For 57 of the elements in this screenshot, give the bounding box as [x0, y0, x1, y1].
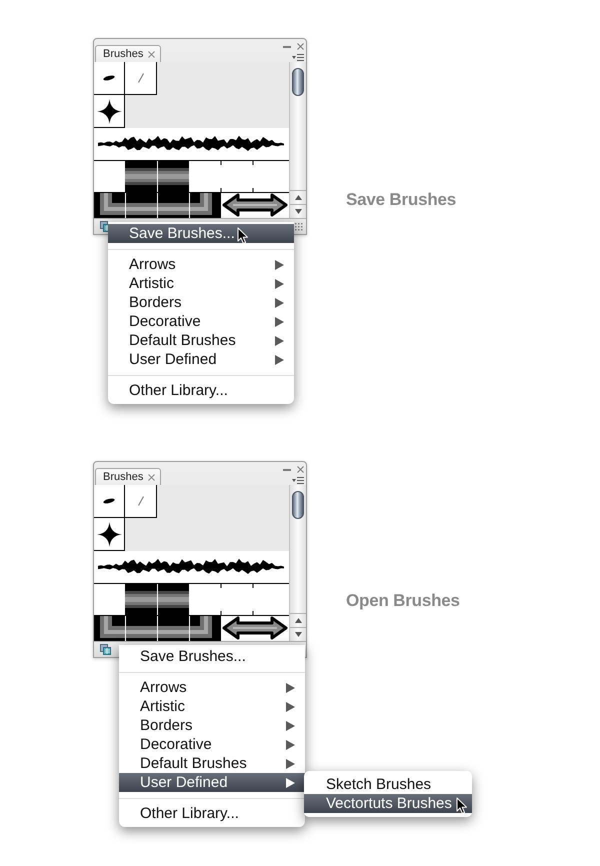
menu-item[interactable]: Borders [119, 716, 305, 735]
scroll-thumb[interactable] [292, 68, 304, 96]
caption-heading: Save Brushes [346, 190, 456, 210]
menu-item[interactable]: User Defined [119, 773, 305, 792]
striped-border-drawing[interactable] [94, 193, 221, 218]
diagonal-line-icon [138, 496, 144, 506]
resize-grip-icon[interactable] [295, 222, 303, 231]
menu-item[interactable]: Other Library... [108, 381, 294, 400]
menu-item[interactable]: Default Brushes [119, 754, 305, 773]
four-point-star-icon [96, 522, 122, 546]
brush-swatch[interactable] [94, 95, 125, 128]
menu-item[interactable]: Save Brushes... [108, 224, 294, 243]
scroll-up-icon [294, 195, 302, 200]
submenu-item[interactable]: Sketch Brushes [304, 775, 472, 794]
menu-item[interactable]: Default Brushes [108, 331, 294, 350]
menu-item[interactable]: Arrows [108, 255, 294, 274]
menu-item[interactable]: Decorative [108, 312, 294, 331]
brush-swatch[interactable] [125, 485, 157, 518]
close-icon[interactable] [297, 466, 304, 473]
menu-item[interactable]: Artistic [108, 274, 294, 293]
panel-tab[interactable]: Brushes [95, 45, 162, 62]
scrollbar[interactable] [289, 485, 306, 641]
panel-menu-icon[interactable] [292, 477, 304, 484]
scroll-down-icon [294, 209, 302, 214]
close-icon[interactable] [148, 50, 156, 58]
menu-item[interactable]: Arrows [119, 678, 305, 697]
scrollbar[interactable] [289, 62, 306, 218]
diagonal-line-icon [138, 73, 144, 83]
menu-item[interactable]: Other Library... [119, 804, 305, 823]
close-icon[interactable] [148, 474, 156, 480]
scroll-down-icon [294, 632, 302, 637]
minimize-icon[interactable] [283, 468, 291, 470]
oval-stroke-icon [103, 75, 115, 81]
submenu-item[interactable]: Vectortuts Brushes [304, 794, 472, 813]
close-icon[interactable] [297, 43, 304, 50]
menu-item[interactable]: Decorative [119, 735, 305, 754]
minimize-icon[interactable] [283, 46, 291, 48]
brush-swatch[interactable] [125, 62, 157, 95]
menu-item[interactable]: Artistic [119, 697, 305, 716]
double-arrow-icon[interactable] [221, 193, 289, 217]
brush-swatch[interactable] [94, 62, 125, 95]
brush-swatch[interactable] [94, 485, 125, 518]
four-point-star-icon [96, 98, 122, 124]
scroll-thumb[interactable] [292, 491, 304, 519]
double-arrow-icon[interactable] [221, 616, 289, 640]
brush-swatch[interactable] [94, 518, 125, 551]
striped-border-drawing[interactable] [94, 616, 221, 641]
menu-item[interactable]: User Defined [108, 350, 294, 369]
mouse-pointer-icon [237, 227, 249, 245]
oval-stroke-icon [103, 498, 115, 504]
menu-item[interactable]: Save Brushes... [119, 647, 305, 666]
panel-tab[interactable]: Brushes [95, 468, 162, 485]
libraries-icon[interactable] [100, 644, 111, 655]
panel-menu-icon[interactable] [292, 54, 304, 61]
menu-item[interactable]: Borders [108, 293, 294, 312]
scroll-up-icon [294, 618, 302, 623]
caption-heading: Open Brushes [346, 591, 460, 611]
